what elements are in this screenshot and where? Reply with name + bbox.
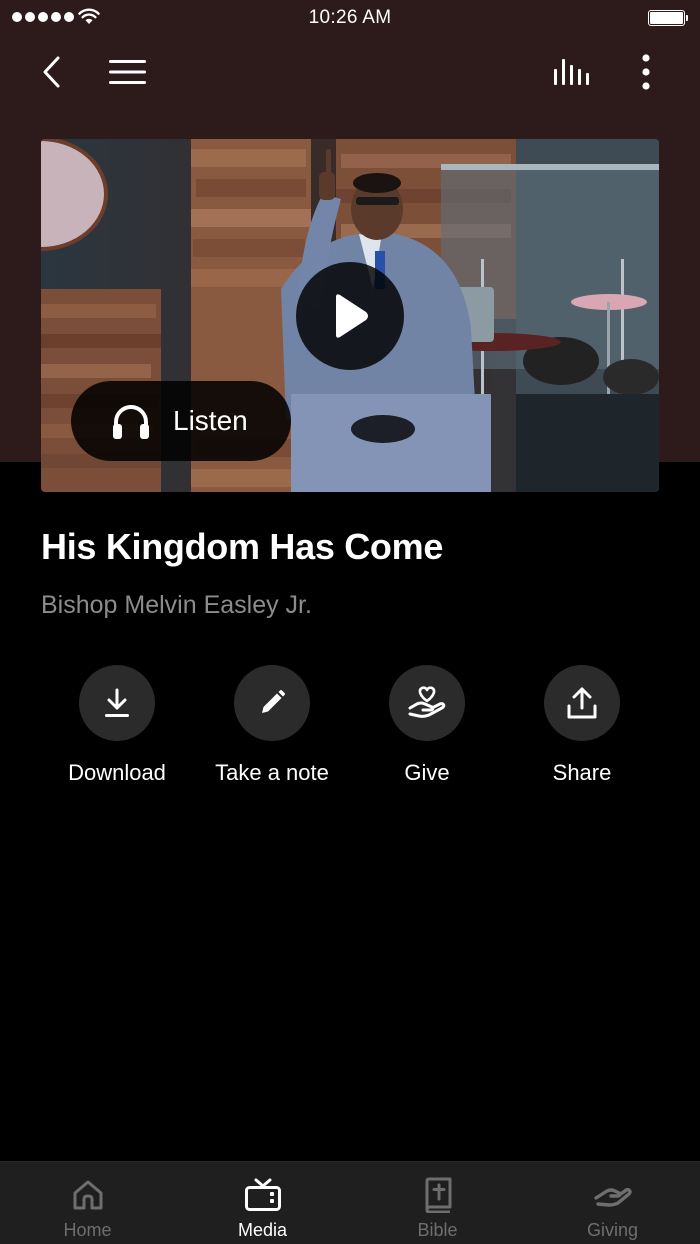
more-options-button[interactable] bbox=[626, 50, 666, 94]
give-button[interactable]: Give bbox=[347, 665, 507, 786]
menu-button[interactable] bbox=[104, 50, 152, 94]
tab-giving-label: Giving bbox=[586, 1220, 639, 1240]
back-button[interactable] bbox=[30, 50, 74, 94]
giving-hand-icon bbox=[593, 1187, 632, 1207]
share-label: Share bbox=[552, 760, 612, 785]
listen-button[interactable]: Listen bbox=[71, 381, 291, 461]
give-hand-heart-icon bbox=[408, 686, 446, 718]
page-background bbox=[0, 462, 700, 1244]
play-button[interactable] bbox=[296, 262, 404, 370]
download-icon bbox=[105, 688, 129, 717]
share-button[interactable]: Share bbox=[502, 665, 662, 786]
audio-player-button[interactable] bbox=[548, 50, 596, 94]
hamburger-menu-icon bbox=[109, 60, 146, 84]
share-upload-icon bbox=[567, 687, 597, 719]
chevron-left-icon bbox=[43, 56, 60, 88]
bible-icon bbox=[425, 1177, 451, 1213]
home-icon bbox=[73, 1180, 102, 1210]
tab-bible-label: Bible bbox=[417, 1220, 458, 1240]
pencil-icon bbox=[262, 690, 285, 713]
play-icon bbox=[336, 294, 368, 338]
sermon-speaker: Bishop Melvin Easley Jr. bbox=[41, 591, 312, 619]
headphones-icon bbox=[113, 405, 149, 439]
tab-home-label: Home bbox=[63, 1220, 112, 1240]
tab-home[interactable]: Home bbox=[0, 1162, 175, 1244]
give-label: Give bbox=[404, 760, 450, 785]
note-icon-circle bbox=[234, 665, 310, 741]
more-vertical-icon bbox=[642, 54, 650, 90]
download-label: Download bbox=[68, 760, 166, 785]
equalizer-icon bbox=[554, 59, 589, 85]
download-icon-circle bbox=[79, 665, 155, 741]
listen-label: Listen bbox=[173, 405, 248, 436]
tab-media-label: Media bbox=[237, 1220, 288, 1240]
tab-media[interactable]: Media bbox=[175, 1162, 350, 1244]
tab-bar: Home Media Bible Giving bbox=[0, 1161, 700, 1244]
download-button[interactable]: Download bbox=[37, 665, 197, 786]
tv-icon bbox=[244, 1178, 281, 1211]
status-bar: 10:26 AM bbox=[0, 0, 700, 36]
give-icon-circle bbox=[389, 665, 465, 741]
take-note-button[interactable]: Take a note bbox=[192, 665, 352, 786]
tab-giving[interactable]: Giving bbox=[525, 1162, 700, 1244]
status-time: 10:26 AM bbox=[308, 7, 392, 28]
tab-bible[interactable]: Bible bbox=[350, 1162, 525, 1244]
battery-icon bbox=[648, 10, 688, 26]
share-icon-circle bbox=[544, 665, 620, 741]
take-note-label: Take a note bbox=[215, 760, 329, 785]
video-thumbnail[interactable]: Listen bbox=[41, 139, 659, 492]
sermon-title: His Kingdom Has Come bbox=[41, 526, 444, 567]
